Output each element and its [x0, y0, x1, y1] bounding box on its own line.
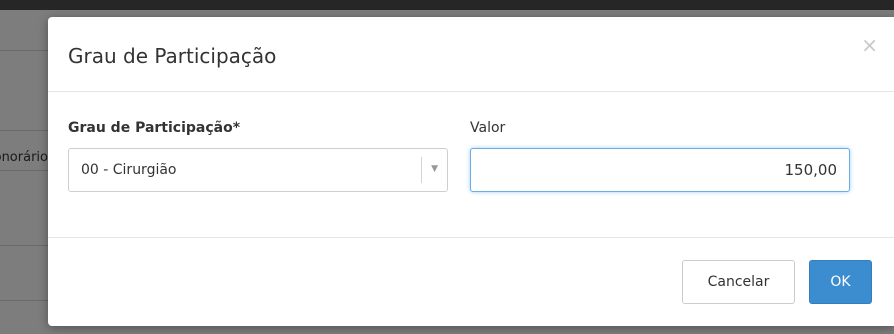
close-icon[interactable]: × — [861, 35, 878, 55]
participation-label: Grau de Participação* — [68, 120, 241, 136]
modal-header: Grau de Participação × — [48, 17, 894, 92]
cancel-button[interactable]: Cancelar — [682, 260, 795, 304]
background-header — [0, 0, 894, 10]
ok-button[interactable]: OK — [809, 260, 872, 304]
participation-modal: Grau de Participação × Grau de Participa… — [48, 17, 894, 326]
modal-body: Grau de Participação* 00 - Cirurgião ▼ V… — [48, 92, 894, 238]
background-column-label: Honorário — [0, 150, 48, 165]
value-label: Valor — [470, 120, 506, 136]
participation-select[interactable]: 00 - Cirurgião ▼ — [68, 148, 448, 192]
participation-selected-value: 00 - Cirurgião — [81, 162, 177, 178]
select-divider — [421, 157, 422, 183]
chevron-down-icon[interactable]: ▼ — [431, 164, 438, 174]
modal-title: Grau de Participação — [68, 44, 277, 68]
value-input[interactable] — [470, 148, 850, 192]
